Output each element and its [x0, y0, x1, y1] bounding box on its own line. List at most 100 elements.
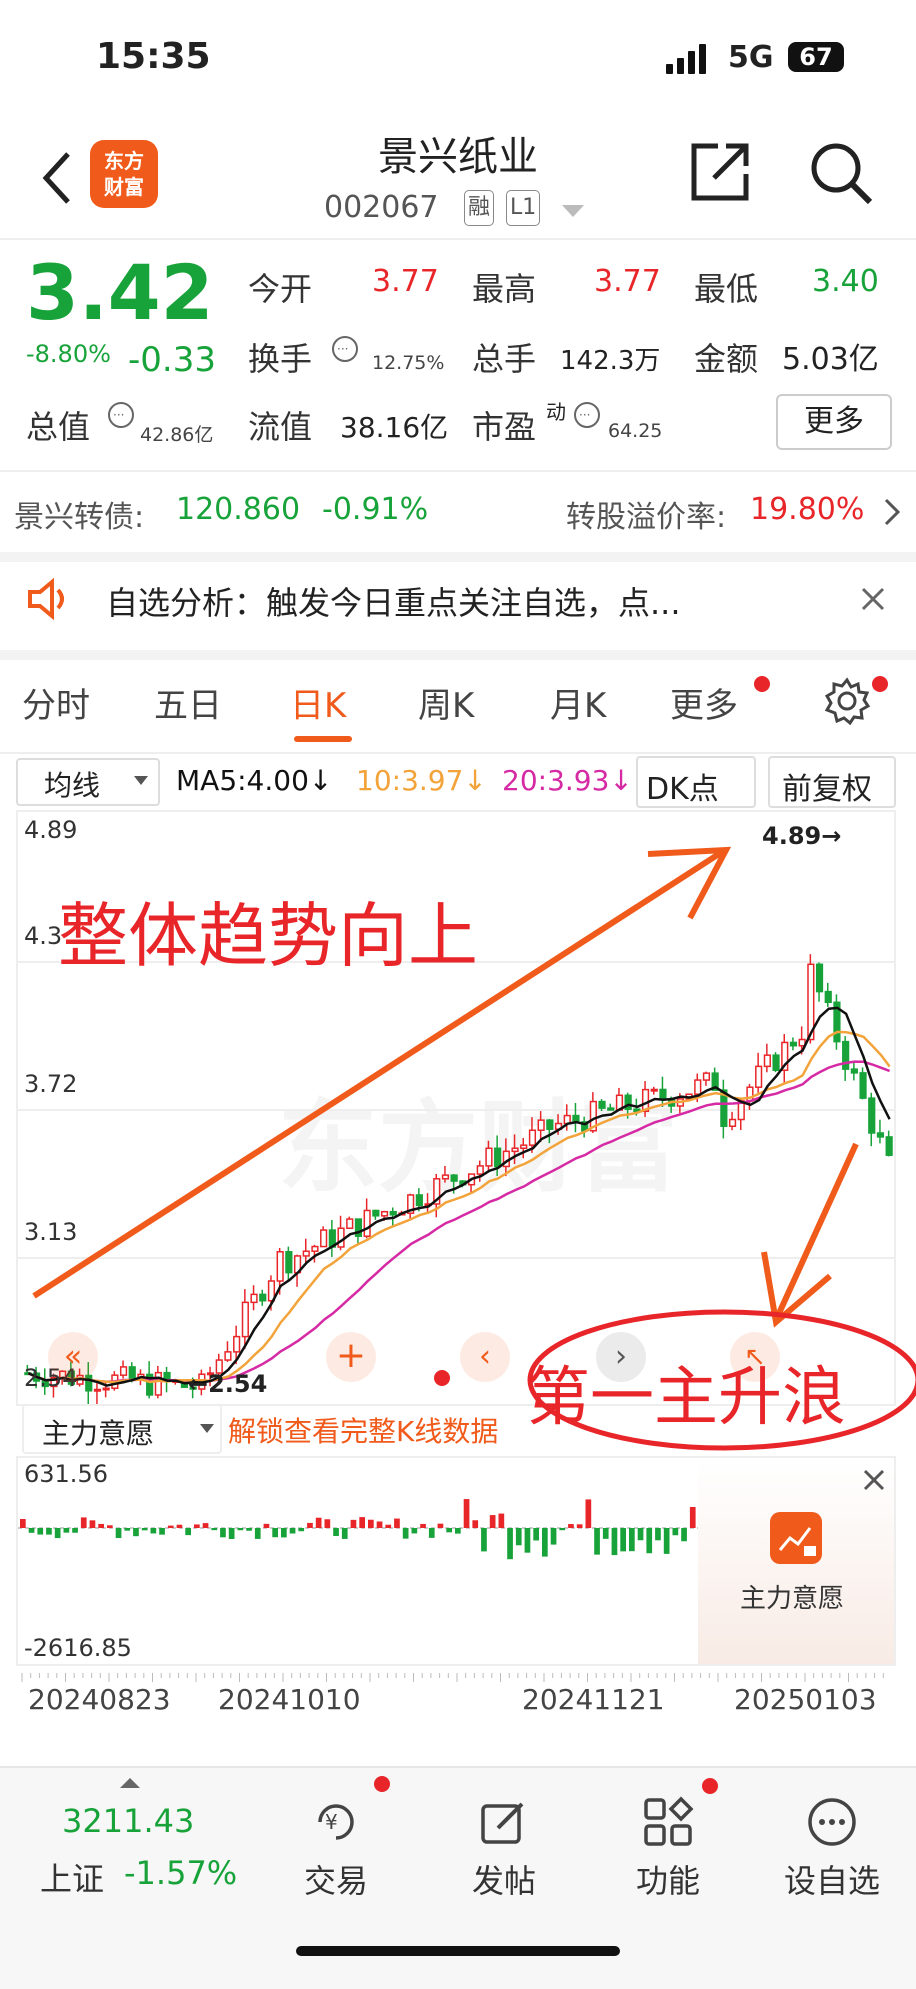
- indicator-bar: [359, 1517, 365, 1528]
- indicator-bar: [602, 1528, 609, 1539]
- indicator-bar: [655, 1528, 661, 1541]
- zoom-out-button[interactable]: «: [48, 1332, 98, 1382]
- hidden-eye-icon[interactable]: ···: [572, 400, 602, 434]
- indicator-bar: [211, 1528, 218, 1531]
- index-widget[interactable]: 3211.43 上证 -1.57%: [26, 1776, 256, 1916]
- scroll-left-button[interactable]: ‹: [460, 1332, 510, 1382]
- record-dot: [434, 1370, 450, 1386]
- indicator-bar: [237, 1528, 244, 1531]
- indicator-bar: [159, 1528, 165, 1535]
- indicator-bar: [46, 1528, 52, 1535]
- back-icon[interactable]: [38, 148, 78, 208]
- indicator-bar: [315, 1517, 322, 1528]
- y-label: 3.13: [24, 1218, 78, 1246]
- indicator-bar: [620, 1528, 626, 1552]
- indicator-bar: [481, 1528, 487, 1552]
- high-value: 3.77: [594, 264, 661, 299]
- x-label: 20240823: [28, 1683, 171, 1716]
- notification-dot: [872, 676, 888, 692]
- app-logo: 东方 财富: [90, 140, 158, 208]
- candle-body: [154, 1371, 162, 1396]
- premium-label[interactable]: 转股溢价率:: [566, 492, 726, 536]
- chevron-right-icon[interactable]: [882, 496, 902, 532]
- candle-body: [233, 1335, 241, 1353]
- tab-monthly-k[interactable]: 月K: [550, 678, 606, 727]
- indicator-bar: [133, 1528, 139, 1537]
- bond-label[interactable]: 景兴转债:: [14, 492, 144, 536]
- indicator-bar: [54, 1528, 61, 1539]
- notification-dot: [754, 676, 770, 692]
- candle-body: [520, 1144, 528, 1149]
- notice-text[interactable]: 自选分析：触发今日重点关注自选，点...: [106, 578, 681, 624]
- tab-daily-k[interactable]: 日K: [290, 678, 346, 727]
- indicator-selector[interactable]: 主力意愿: [22, 1404, 222, 1454]
- indicator-bar: [559, 1528, 566, 1531]
- ma10-legend: 10:3.97↓: [356, 764, 487, 797]
- home-indicator: [296, 1946, 620, 1956]
- indicator-bar: [115, 1528, 122, 1539]
- tab-intraday[interactable]: 分时: [22, 678, 90, 727]
- tab-five-day[interactable]: 五日: [154, 678, 222, 727]
- hidden-eye-icon[interactable]: ···: [330, 334, 360, 368]
- close-icon[interactable]: [862, 1468, 886, 1496]
- min-marker: ←2.54: [188, 1370, 267, 1398]
- unlock-link[interactable]: 解锁查看完整K线数据: [228, 1410, 498, 1450]
- candle-body: [850, 1068, 858, 1074]
- status-bar: 15:35 5G 67: [0, 0, 916, 118]
- zoom-in-button[interactable]: +: [326, 1332, 376, 1382]
- notification-dot: [374, 1776, 390, 1792]
- indicator-bar: [646, 1528, 653, 1554]
- adjust-label: 前复权: [782, 772, 872, 807]
- x-label: 20241121: [522, 1683, 665, 1716]
- grid-icon: [644, 1796, 694, 1846]
- nav-post[interactable]: 发帖: [444, 1770, 564, 1902]
- chevron-down-icon[interactable]: [562, 204, 584, 223]
- amount-label: 金额: [694, 340, 759, 378]
- share-icon[interactable]: [688, 140, 752, 204]
- indicator-bar: [498, 1513, 505, 1528]
- adjust-button[interactable]: 前复权: [768, 756, 896, 808]
- divider: [0, 470, 916, 472]
- stock-name: 景兴纸业: [378, 134, 538, 180]
- indicator-bar: [402, 1528, 409, 1539]
- nav-add-watchlist[interactable]: 设自选: [772, 1770, 892, 1902]
- indicator-bar: [141, 1528, 148, 1531]
- indicator-bar: [37, 1528, 44, 1535]
- candle-body: [650, 1088, 658, 1092]
- indicator-bar: [611, 1528, 618, 1556]
- indicator-bar: [350, 1519, 357, 1528]
- tab-weekly-k[interactable]: 周K: [418, 678, 474, 727]
- candle-body: [241, 1301, 249, 1338]
- indicator-bar: [176, 1524, 183, 1528]
- settings-gear-icon[interactable]: [822, 676, 872, 730]
- indicator-bar: [394, 1518, 400, 1528]
- max-marker: 4.89→: [762, 822, 841, 850]
- search-icon[interactable]: [808, 140, 874, 206]
- close-icon[interactable]: [860, 586, 886, 616]
- tab-more[interactable]: 更多: [670, 678, 738, 727]
- caret-up-icon: [120, 1778, 140, 1788]
- x-axis: [16, 1668, 896, 1682]
- open-value: 3.77: [372, 264, 439, 299]
- candle-body: [276, 1251, 284, 1282]
- more-button[interactable]: 更多: [776, 394, 892, 450]
- stock-code: 002067: [324, 190, 439, 225]
- volume-label: 总手: [472, 340, 537, 378]
- indicator-bar: [98, 1523, 104, 1528]
- indicator-bar: [150, 1528, 157, 1534]
- indicator-bar: [254, 1528, 261, 1539]
- indicator-bar: [663, 1528, 670, 1554]
- indicator-bar: [324, 1519, 331, 1528]
- margin-tag: 融: [464, 190, 495, 226]
- divider: [0, 650, 916, 660]
- ma-selector[interactable]: 均线: [16, 758, 160, 806]
- hidden-eye-icon[interactable]: ···: [106, 400, 136, 434]
- indicator-bar: [263, 1523, 270, 1528]
- indicator-bottom-value: -2616.85: [24, 1634, 132, 1662]
- indicator-bar: [107, 1525, 113, 1528]
- dk-point-button[interactable]: DK点: [636, 756, 756, 808]
- indicator-bar: [63, 1528, 70, 1533]
- indicator-bar: [524, 1528, 531, 1553]
- nav-trade-label: 交易: [303, 1862, 368, 1900]
- divider: [0, 752, 916, 754]
